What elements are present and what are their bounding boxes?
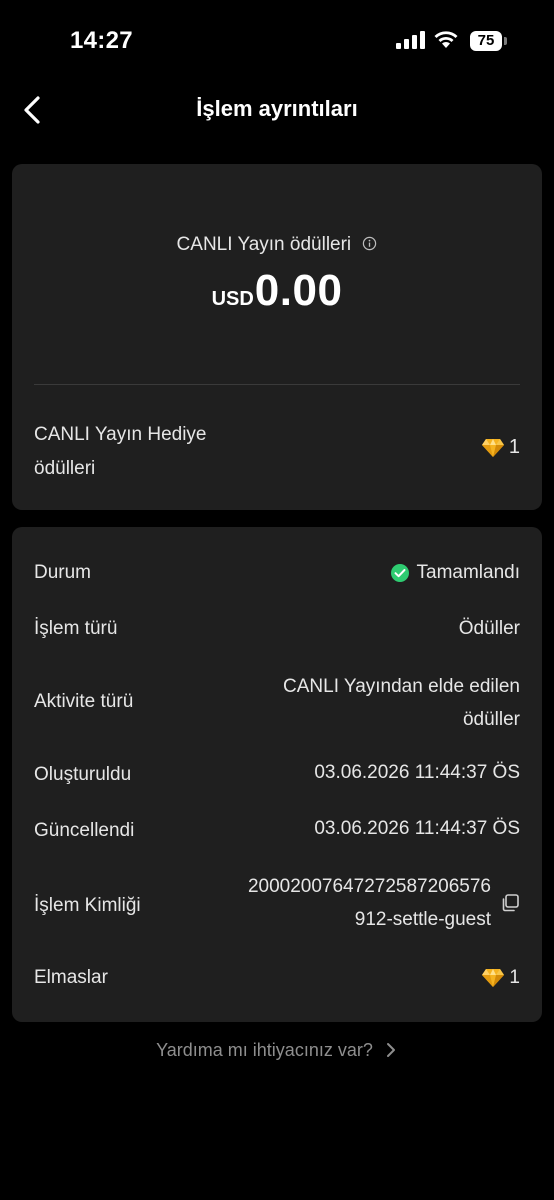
help-link[interactable]: Yardıma mı ihtiyacınız var?: [0, 1040, 554, 1061]
updated-value: 03.06.2026 11:44:37 ÖS: [314, 818, 520, 839]
amount: USD0.00: [12, 266, 542, 316]
amount-value: 0.00: [254, 266, 343, 315]
check-circle-icon: [390, 563, 409, 582]
created-label: Oluşturuldu: [34, 764, 132, 785]
diamonds-label: Elmaslar: [34, 967, 108, 988]
summary-label: CANLI Yayın ödülleri: [176, 234, 352, 255]
transaction-id-label: İşlem Kimliği: [34, 895, 141, 916]
status-label: Durum: [34, 562, 92, 583]
details-card: Durum Tamamlandı İşlem türü Ödüller Akti…: [12, 527, 542, 1022]
help-label: Yardıma mı ihtiyacınız var?: [156, 1040, 373, 1060]
updated-label: Güncellendi: [34, 820, 135, 841]
summary-label-row: CANLI Yayın ödülleri: [12, 234, 542, 256]
battery-level: 75: [470, 31, 502, 51]
status-time: 14:27: [70, 27, 133, 54]
transaction-id-value: 20002007647272587206576 912-settle-guest: [247, 876, 491, 930]
transaction-type-value: Ödüller: [458, 618, 520, 639]
summary-card: CANLI Yayın ödülleri USD0.00 CANLI Yayın…: [12, 164, 542, 510]
info-icon[interactable]: [362, 236, 377, 251]
transaction-type-label: İşlem türü: [34, 618, 118, 639]
copy-icon[interactable]: [500, 893, 520, 913]
diamond-icon: [482, 968, 505, 987]
battery-icon: 75: [470, 31, 508, 51]
diamonds-value: 1: [481, 961, 520, 994]
gift-rewards-label: CANLI Yayın Hediye ödülleri: [34, 424, 207, 479]
diamond-icon: [481, 438, 504, 457]
header: İşlem ayrıntıları: [0, 80, 554, 140]
status-bar: 14:27 75: [0, 0, 554, 80]
divider: [34, 384, 520, 385]
status-text: Tamamlandı: [416, 562, 521, 583]
activity-type-label: Aktivite türü: [34, 691, 134, 712]
page-title: İşlem ayrıntıları: [196, 96, 358, 121]
chevron-right-icon: [386, 1043, 395, 1057]
activity-type-value: CANLI Yayından elde edilen ödüller: [283, 676, 520, 730]
status-value: Tamamlandı: [390, 556, 521, 589]
amount-currency: USD: [211, 288, 254, 310]
wifi-icon: [434, 31, 458, 48]
gift-rewards-value: 1: [481, 436, 520, 459]
created-value: 03.06.2026 11:44:37 ÖS: [314, 762, 520, 783]
signal-icon: [396, 31, 425, 49]
